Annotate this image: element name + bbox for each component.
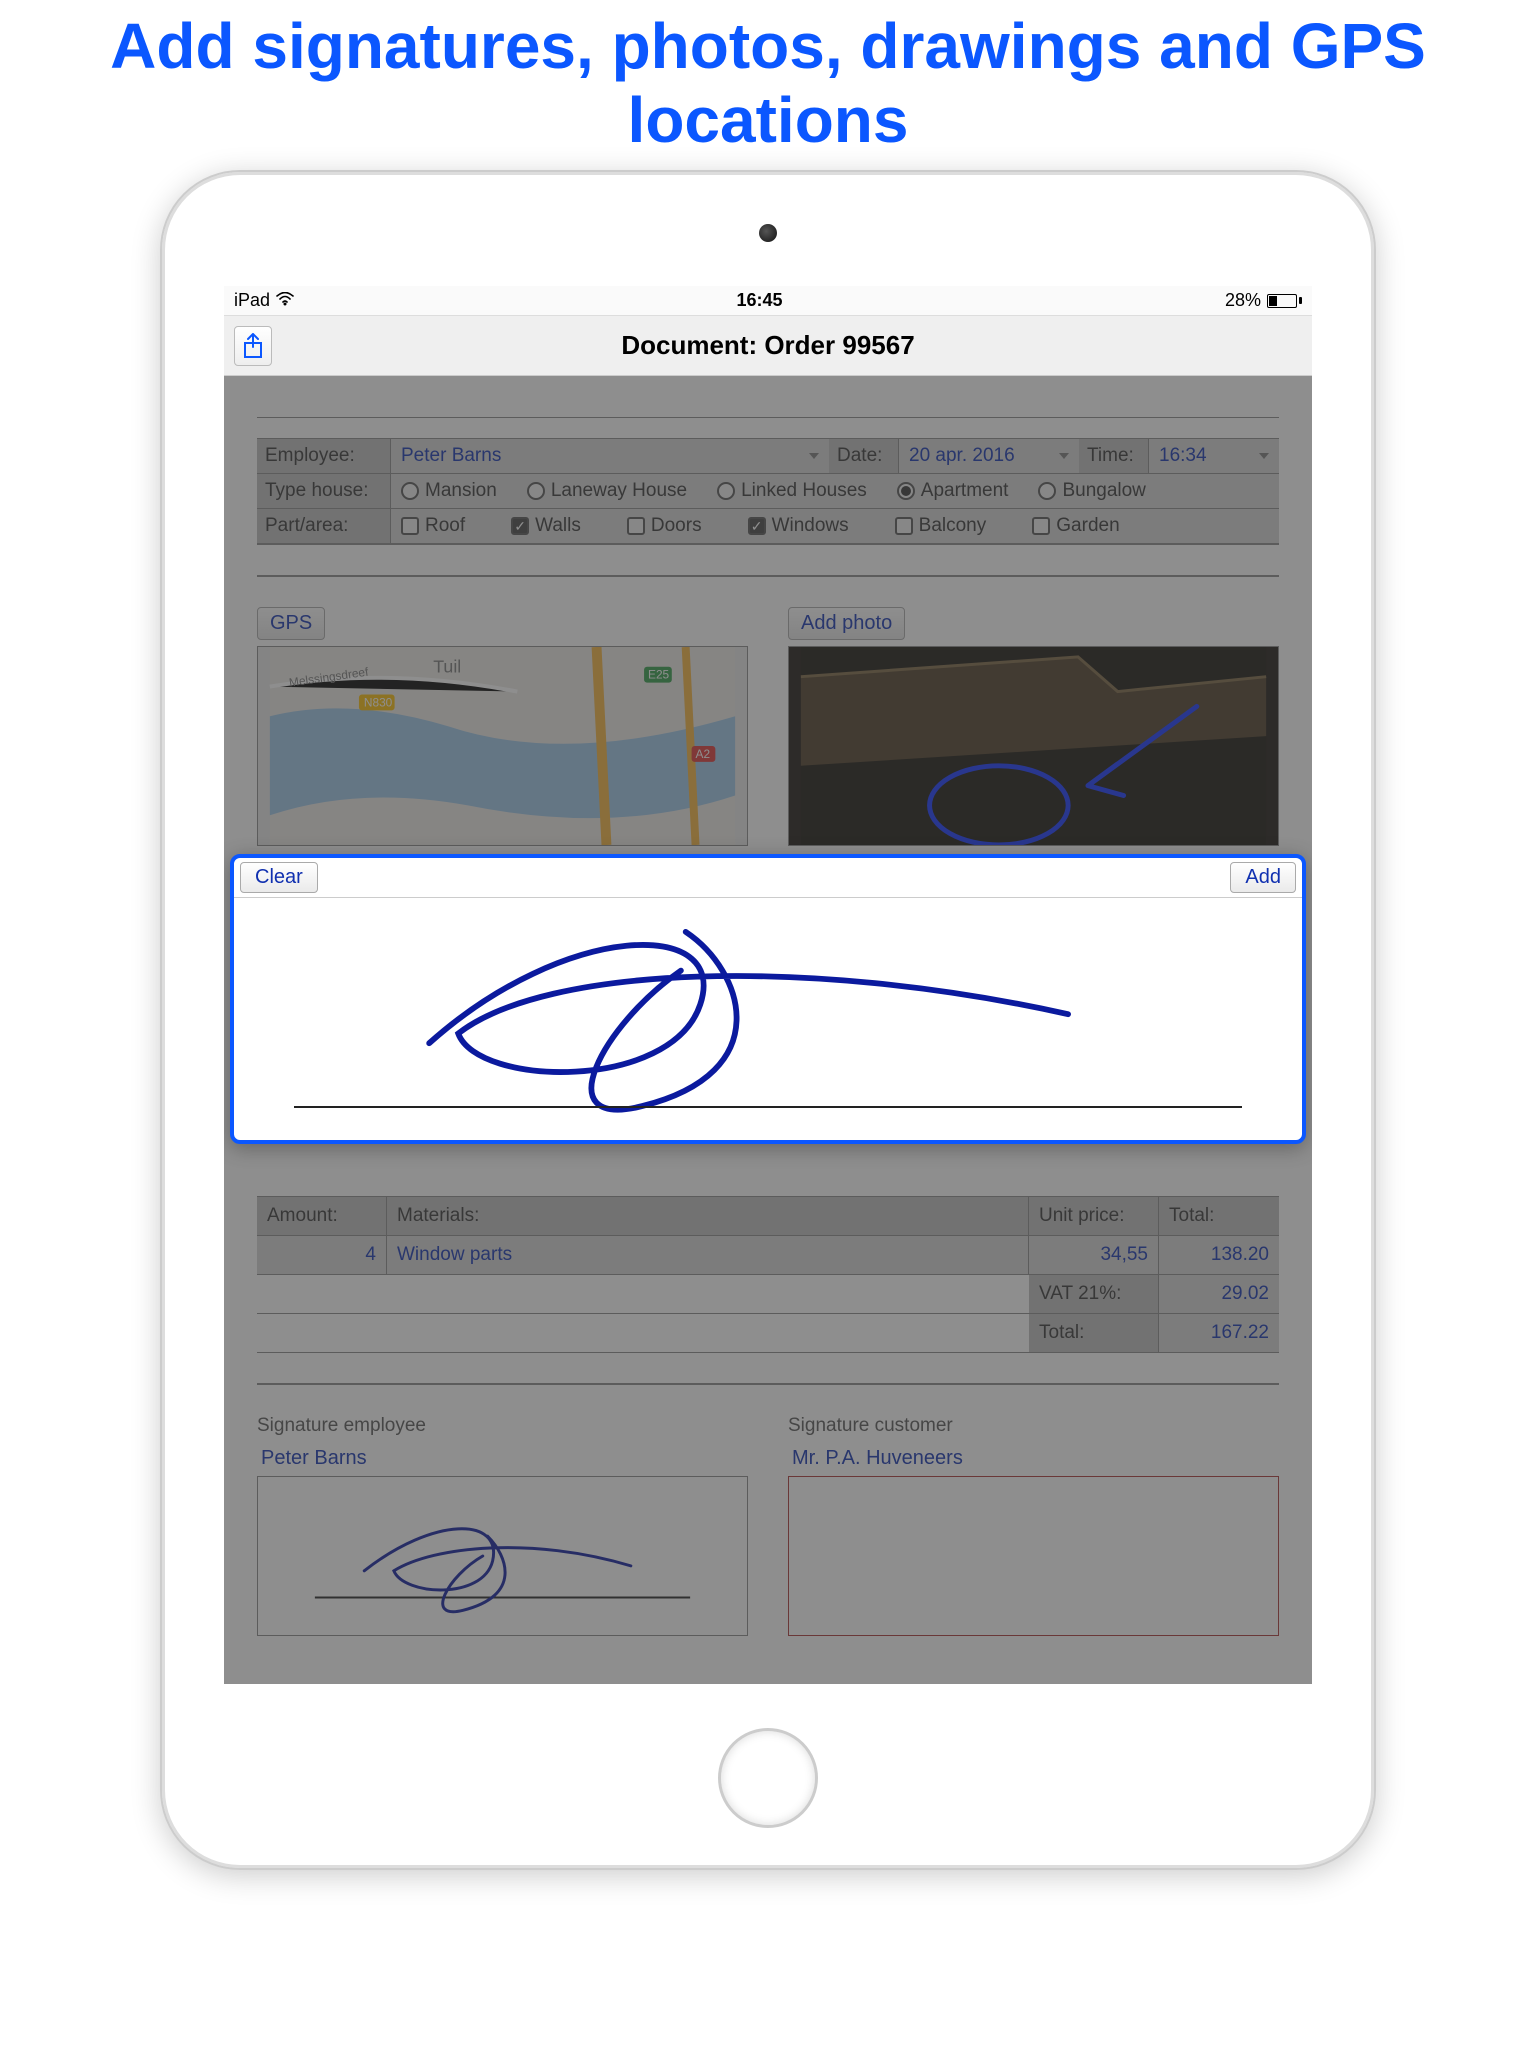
check-doors[interactable]: Doors	[627, 515, 702, 537]
date-field[interactable]: 20 apr. 2016	[899, 439, 1079, 473]
check-garden[interactable]: Garden	[1032, 515, 1119, 537]
check-windows[interactable]: Windows	[748, 515, 849, 537]
wifi-icon	[276, 290, 294, 311]
radio-mansion[interactable]: Mansion	[401, 480, 497, 502]
camera-icon	[759, 224, 777, 242]
gps-button[interactable]: GPS	[257, 607, 325, 640]
employee-label: Employee:	[257, 439, 391, 473]
content-area: Employee: Peter Barns Date: 20 apr. 2016…	[224, 376, 1312, 1684]
grand-total-value: 167.22	[1159, 1314, 1279, 1352]
part-area-options: Roof Walls Doors Windows Balcony Garden	[391, 509, 1279, 543]
svg-text:Tuil: Tuil	[433, 657, 461, 677]
battery-icon	[1267, 294, 1302, 308]
map-graphic: Tuil Melssingsdreef N830 E25 A2	[258, 647, 747, 845]
time-label: Time:	[1079, 439, 1149, 473]
signature-customer-section: Signature customer Mr. P.A. Huveneers	[788, 1415, 1279, 1636]
grand-total-label: Total:	[1029, 1314, 1159, 1352]
signature-drawing	[234, 898, 1302, 1140]
home-button[interactable]	[718, 1728, 818, 1828]
check-roof[interactable]: Roof	[401, 515, 465, 537]
radio-laneway[interactable]: Laneway House	[527, 480, 687, 502]
page-title: Document: Order 99567	[621, 330, 914, 361]
col-amount: Amount:	[257, 1197, 387, 1235]
signature-popup: Clear Add	[230, 854, 1306, 1144]
signature-baseline	[294, 1106, 1242, 1108]
time-field[interactable]: 16:34	[1149, 439, 1279, 473]
vat-label: VAT 21%:	[1029, 1275, 1159, 1313]
col-materials: Materials:	[387, 1197, 1029, 1235]
promo-banner: Add signatures, photos, drawings and GPS…	[0, 0, 1536, 157]
sig-employee-title: Signature employee	[257, 1415, 748, 1437]
vat-value: 29.02	[1159, 1275, 1279, 1313]
status-bar: iPad 16:45 28%	[224, 286, 1312, 316]
screen: iPad 16:45 28% Document: Order	[224, 286, 1312, 1684]
sig-employee-name: Peter Barns	[257, 1447, 748, 1470]
radio-bungalow[interactable]: Bungalow	[1038, 480, 1145, 502]
materials-table: Amount: Materials: Unit price: Total: 4 …	[257, 1196, 1279, 1353]
photo-graphic	[789, 647, 1278, 845]
share-button[interactable]	[234, 326, 272, 366]
sig-customer-box[interactable]	[788, 1476, 1279, 1636]
device-label: iPad	[234, 290, 270, 311]
type-house-options: Mansion Laneway House Linked Houses Apar…	[391, 474, 1279, 508]
photo-with-drawing[interactable]	[788, 646, 1279, 846]
col-total: Total:	[1159, 1197, 1279, 1235]
gps-map[interactable]: Tuil Melssingsdreef N830 E25 A2	[257, 646, 748, 846]
signature-draw-area[interactable]	[234, 898, 1302, 1140]
type-house-label: Type house:	[257, 474, 391, 508]
signature-employee-section: Signature employee Peter Barns	[257, 1415, 748, 1636]
radio-linked[interactable]: Linked Houses	[717, 480, 867, 502]
check-walls[interactable]: Walls	[511, 515, 581, 537]
battery-percent: 28%	[1225, 290, 1261, 311]
clear-button[interactable]: Clear	[240, 862, 318, 893]
svg-text:N830: N830	[364, 695, 393, 709]
part-area-label: Part/area:	[257, 509, 391, 543]
sig-customer-name: Mr. P.A. Huveneers	[788, 1447, 1279, 1470]
add-button[interactable]: Add	[1230, 862, 1296, 893]
employee-field[interactable]: Peter Barns	[391, 439, 829, 473]
check-balcony[interactable]: Balcony	[895, 515, 987, 537]
col-unit: Unit price:	[1029, 1197, 1159, 1235]
table-row[interactable]: 4 Window parts 34,55 138.20	[257, 1235, 1279, 1274]
svg-text:E25: E25	[648, 668, 670, 682]
sig-customer-title: Signature customer	[788, 1415, 1279, 1437]
nav-bar: Document: Order 99567	[224, 316, 1312, 376]
share-icon	[242, 333, 264, 359]
status-time: 16:45	[736, 290, 782, 311]
sig-employee-box[interactable]	[257, 1476, 748, 1636]
add-photo-button[interactable]: Add photo	[788, 607, 905, 640]
radio-apartment[interactable]: Apartment	[897, 480, 1009, 502]
date-label: Date:	[829, 439, 899, 473]
svg-text:A2: A2	[696, 747, 711, 761]
device-frame: iPad 16:45 28% Document: Order	[160, 170, 1376, 1870]
